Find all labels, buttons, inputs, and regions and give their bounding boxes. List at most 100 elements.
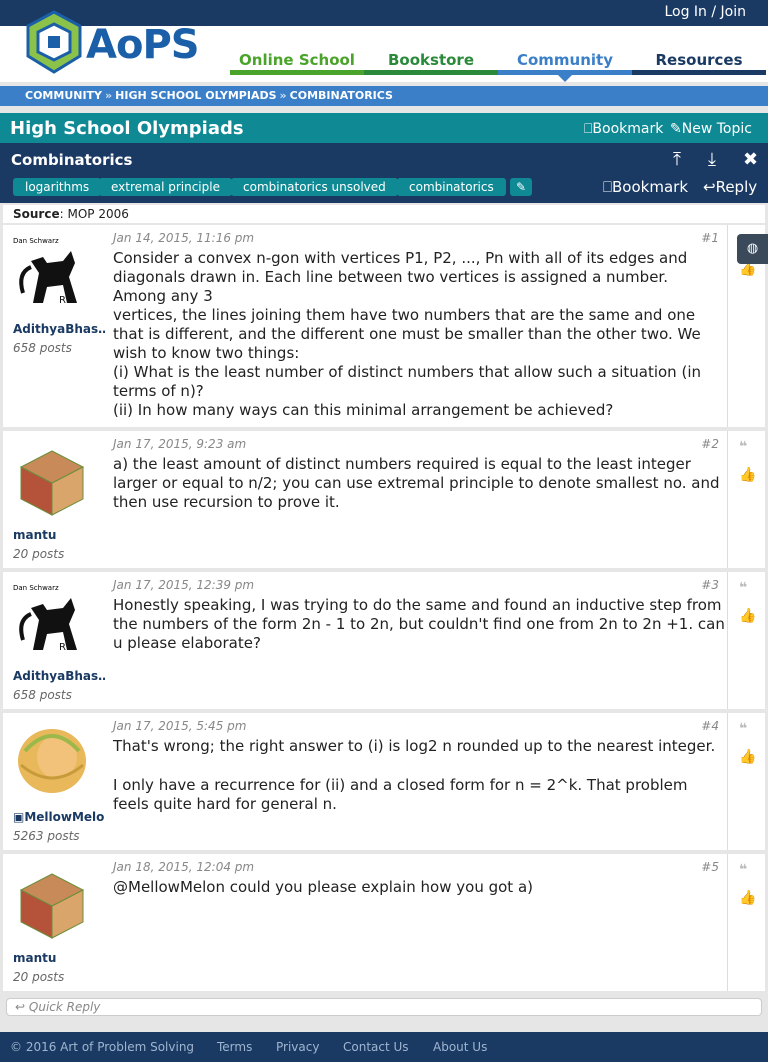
post-actions: ❝ 👍 [727, 854, 765, 991]
avatar[interactable] [13, 862, 91, 942]
username[interactable]: mantu [13, 528, 105, 542]
new-topic-label: New Topic [681, 121, 752, 137]
forum-bookmark-button[interactable]: ⎕Bookmark [584, 121, 663, 137]
post-actions: ❝ 👍 [727, 431, 765, 568]
post-body: @MellowMelon could you please explain ho… [113, 878, 725, 897]
post-number[interactable]: #2 [701, 437, 719, 451]
topic-title: Combinatorics [11, 151, 133, 169]
tag-extremal-principle[interactable]: extremal principle [99, 178, 232, 196]
username[interactable]: mantu [13, 951, 105, 965]
quick-reply-label: Quick Reply [28, 1000, 101, 1014]
source-line: Source: MOP 2006 [3, 205, 765, 223]
topic-header: Combinatorics ⤒ ⤓ ✖ logarithms extremal … [0, 143, 768, 203]
reply-label: Reply [715, 178, 758, 196]
post-number[interactable]: #1 [701, 231, 719, 245]
post-date: Jan 14, 2015, 11:16 pm [113, 231, 255, 245]
post-text-line: Consider a convex n-gon with vertices P1… [113, 249, 688, 305]
like-icon[interactable]: 👍 [739, 608, 756, 624]
like-icon[interactable]: 👍 [739, 749, 756, 765]
jump-to-bottom-icon[interactable]: ⤓ [708, 149, 716, 170]
post-text-line: Honestly speaking, I was trying to do th… [113, 596, 725, 652]
quote-icon[interactable]: ❝ [739, 721, 747, 737]
post-text-line: a) the least amount of distinct numbers … [113, 455, 720, 511]
jump-to-top-icon[interactable]: ⤒ [673, 149, 681, 170]
footer-link-privacy[interactable]: Privacy [276, 1040, 319, 1054]
tag-combinatorics[interactable]: combinatorics [397, 178, 506, 196]
nav-bookstore-underline [364, 70, 498, 75]
post-body: That's wrong; the right answer to (i) is… [113, 737, 725, 814]
post-body: Honestly speaking, I was trying to do th… [113, 596, 725, 653]
post-count: 20 posts [13, 547, 65, 561]
topic-bookmark-button[interactable]: ⎕Bookmark [603, 178, 688, 196]
aops-logo-text[interactable]: AoPS [86, 22, 200, 68]
active-nav-indicator [557, 74, 573, 82]
post-date: Jan 17, 2015, 12:39 pm [113, 578, 255, 592]
like-icon[interactable]: 👍 [739, 890, 756, 906]
post-actions: ❝ 👍 [727, 572, 765, 709]
username[interactable]: AdithyaBhas… [13, 322, 105, 336]
avatar[interactable] [13, 439, 91, 519]
moderator-badge-icon: ▣ [13, 810, 25, 824]
avatar[interactable]: Dan Schwarz RIP [13, 233, 91, 313]
post-text-line: That's wrong; the right answer to (i) is… [113, 737, 716, 755]
forum-bookmark-label: Bookmark [592, 121, 664, 137]
post-date: Jan 18, 2015, 12:04 pm [113, 860, 255, 874]
bookmark-icon: ⎕ [603, 178, 613, 196]
post-actions: ❝ 👍 [727, 713, 765, 850]
post-count: 20 posts [13, 970, 65, 984]
post-count: 5263 posts [13, 829, 80, 843]
post-body: Consider a convex n-gon with vertices P1… [113, 249, 725, 420]
post: mantu 20 posts Jan 18, 2015, 12:04 pm #5… [3, 854, 765, 993]
quote-icon[interactable]: ❝ [739, 439, 747, 455]
nav-online-underline [230, 70, 364, 75]
forum-title[interactable]: High School Olympiads [10, 118, 244, 139]
breadcrumb-high-school-olympiads[interactable]: HIGH SCHOOL OLYMPIADS [115, 89, 276, 102]
svg-text:RIP: RIP [59, 642, 75, 653]
svg-text:RIP: RIP [59, 295, 75, 306]
post: mantu 20 posts Jan 17, 2015, 9:23 am #2 … [3, 431, 765, 570]
login-join-link[interactable]: Log In / Join [664, 4, 746, 20]
source-value: MOP 2006 [67, 207, 129, 221]
footer-link-about[interactable]: About Us [433, 1040, 487, 1054]
post-number[interactable]: #5 [701, 860, 719, 874]
edit-tags-icon[interactable]: ✎ [510, 178, 533, 196]
footer-copyright: © 2016 Art of Problem Solving [10, 1040, 195, 1054]
new-topic-button[interactable]: ✎New Topic [670, 121, 752, 137]
reply-button[interactable]: ↩Reply [703, 178, 757, 196]
footer-link-terms[interactable]: Terms [217, 1040, 252, 1054]
nav-resources-underline [632, 70, 766, 75]
post-text-line: (ii) In how many ways can this minimal a… [113, 401, 614, 419]
source-label: Source [13, 207, 60, 221]
avatar[interactable]: Dan Schwarz RIP [13, 580, 91, 660]
svg-text:Dan Schwarz: Dan Schwarz [13, 237, 59, 245]
username-text: MellowMelon [24, 810, 105, 824]
post: Dan Schwarz RIP AdithyaBhas… 658 posts J… [3, 572, 765, 711]
reply-icon: ↩ [15, 1000, 26, 1014]
username[interactable]: ▣MellowMelon [13, 810, 105, 824]
post: Dan Schwarz RIP AdithyaBhas… 658 posts J… [3, 225, 765, 429]
post: ▣MellowMelon 5263 posts Jan 17, 2015, 5:… [3, 713, 765, 852]
close-topic-icon[interactable]: ✖ [743, 149, 758, 170]
post-number[interactable]: #4 [701, 719, 719, 733]
tag-combinatorics-unsolved[interactable]: combinatorics unsolved [231, 178, 398, 196]
footer-link-contact[interactable]: Contact Us [343, 1040, 409, 1054]
quote-icon[interactable]: ❝ [739, 580, 747, 596]
breadcrumb-combinatorics[interactable]: COMBINATORICS [290, 89, 393, 102]
post-text-line: (i) What is the least number of distinct… [113, 363, 701, 400]
reply-icon: ↩ [703, 178, 716, 196]
topic-bookmark-label: Bookmark [612, 178, 689, 196]
avatar[interactable] [13, 721, 91, 801]
username[interactable]: AdithyaBhas… [13, 669, 105, 683]
post-number[interactable]: #3 [701, 578, 719, 592]
quick-reply-button[interactable]: ↩ Quick Reply [6, 998, 762, 1016]
post-count: 658 posts [13, 688, 72, 702]
like-icon[interactable]: 👍 [739, 467, 756, 483]
post-text-line: vertices, the lines joining them have tw… [113, 306, 701, 362]
breadcrumb-community[interactable]: COMMUNITY [25, 89, 102, 102]
breadcrumb: COMMUNITY» HIGH SCHOOL OLYMPIADS» COMBINAT… [0, 86, 768, 106]
tag-logarithms[interactable]: logarithms [13, 178, 102, 196]
footer: © 2016 Art of Problem Solving Terms Priv… [0, 1032, 768, 1062]
quote-icon[interactable]: ❝ [739, 862, 747, 878]
post-text-line: @MellowMelon could you please explain ho… [113, 878, 533, 896]
globe-icon[interactable]: ◍ [737, 234, 768, 264]
